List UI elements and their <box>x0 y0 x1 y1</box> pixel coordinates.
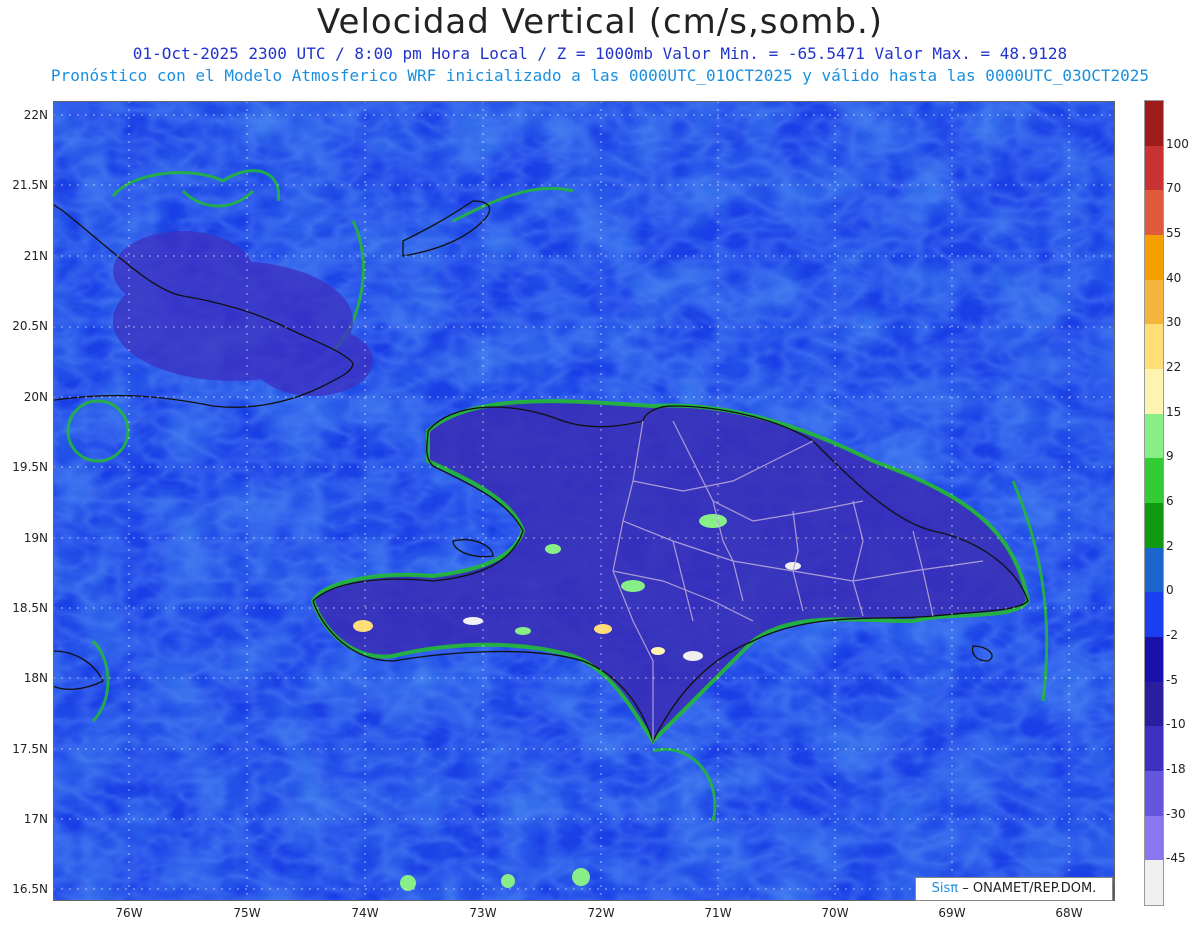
colorbar-label: -18 <box>1166 762 1186 776</box>
lat-label-16-5n: 16.5N <box>12 882 48 896</box>
colorbar-segment <box>1145 235 1163 281</box>
colorbar-label: -2 <box>1166 628 1178 642</box>
subtitle-model-info: Pronóstico con el Modelo Atmosferico WRF… <box>50 66 1150 85</box>
colorbar-segment <box>1145 324 1163 370</box>
lat-label-17n: 17N <box>23 812 48 826</box>
colorbar-label: 70 <box>1166 181 1182 196</box>
lat-label-19-5n: 19.5N <box>12 460 48 474</box>
lon-label-75w: 75W <box>233 906 261 920</box>
lon-label-70w: 70W <box>821 906 849 920</box>
lat-label-21n: 21N <box>23 249 48 263</box>
lon-label-68w: 68W <box>1055 906 1083 920</box>
sispi-logo: Sisπ <box>931 881 959 896</box>
colorbar-segment <box>1145 279 1163 325</box>
colorbar-segment <box>1145 592 1163 638</box>
colorbar-label: 9 <box>1166 449 1174 464</box>
lat-label-18n: 18N <box>23 671 48 685</box>
colorbar-label: 15 <box>1166 404 1182 419</box>
colorbar-segment <box>1145 547 1163 593</box>
colorbar-segment <box>1145 815 1163 861</box>
lat-label-22n: 22N <box>23 108 48 122</box>
lat-label-19n: 19N <box>23 531 48 545</box>
colorbar-label: 6 <box>1166 494 1174 508</box>
colorbar-label: 2 <box>1166 538 1174 553</box>
colorbar-segment <box>1145 190 1163 236</box>
lat-label-21-5n: 21.5N <box>12 178 48 192</box>
credit-box: Sisπ – ONAMET/REP.DOM. <box>915 877 1113 901</box>
colorbar-label: 0 <box>1166 583 1174 598</box>
colorbar-segment <box>1145 413 1163 459</box>
colorbar <box>1144 100 1164 906</box>
lon-label-74w: 74W <box>351 906 379 920</box>
chart-title: Velocidad Vertical (cm/s,somb.) <box>316 2 884 42</box>
colorbar-segment <box>1145 860 1163 906</box>
lon-label-71w: 71W <box>704 906 732 920</box>
colorbar-segment <box>1145 771 1163 817</box>
map-area <box>53 101 1115 901</box>
colorbar-label: -5 <box>1166 672 1178 687</box>
colorbar-segment <box>1145 726 1163 772</box>
lon-label-76w: 76W <box>115 906 143 920</box>
credit-text: – ONAMET/REP.DOM. <box>962 881 1097 896</box>
colorbar-segment <box>1145 101 1163 147</box>
lat-label-20n: 20N <box>23 390 48 404</box>
colorbar-label: -45 <box>1166 851 1186 866</box>
colorbar-segment <box>1145 681 1163 727</box>
colorbar-label: 55 <box>1166 226 1182 240</box>
colorbar-segment <box>1145 458 1163 504</box>
lat-label-17-5n: 17.5N <box>12 742 48 756</box>
colorbar-label: -30 <box>1166 806 1186 821</box>
colorbar-label: 40 <box>1166 270 1182 285</box>
colorbar-segment <box>1145 369 1163 415</box>
subtitle-valid-time: 01-Oct-2025 2300 UTC / 8:00 pm Hora Loca… <box>132 44 1068 63</box>
colorbar-segment <box>1145 145 1163 191</box>
colorbar-label: 22 <box>1166 360 1182 374</box>
lon-label-69w: 69W <box>938 906 966 920</box>
colorbar-segment <box>1145 503 1163 549</box>
colorbar-label: -10 <box>1166 717 1186 732</box>
colorbar-label: 30 <box>1166 315 1182 330</box>
lat-label-20-5n: 20.5N <box>12 319 48 333</box>
colorbar-label: 100 <box>1166 136 1189 151</box>
lon-label-72w: 72W <box>587 906 615 920</box>
colorbar-segment <box>1145 637 1163 683</box>
velocity-map <box>53 101 1115 901</box>
lat-label-18-5n: 18.5N <box>12 601 48 615</box>
lon-label-73w: 73W <box>469 906 497 920</box>
